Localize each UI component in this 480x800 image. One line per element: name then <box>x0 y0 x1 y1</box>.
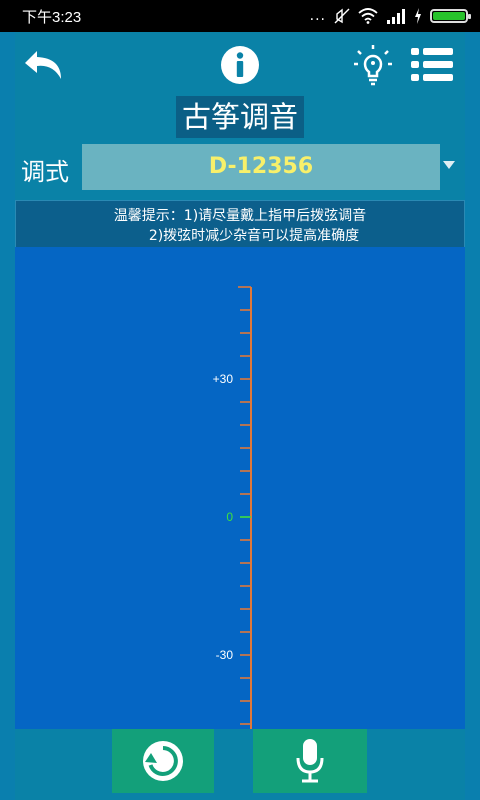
info-icon <box>221 46 259 84</box>
menu-button[interactable] <box>407 42 457 88</box>
microphone-icon <box>296 739 324 783</box>
tuner-app: 古筝调音 调式 D-12356 温馨提示：1)请尽量戴上指甲后拨弦调音 2)拨弦… <box>15 32 465 800</box>
microphone-button[interactable] <box>253 729 367 793</box>
list-menu-icon <box>411 48 453 81</box>
tip-line-1: 温馨提示：1)请尽量戴上指甲后拨弦调音 <box>113 208 367 224</box>
back-button[interactable] <box>21 42 71 88</box>
meter-scale: +30 0 -30 <box>213 286 252 729</box>
battery-icon <box>430 9 471 23</box>
tuning-label: 调式 <box>21 158 69 186</box>
lightbulb-icon <box>354 45 392 86</box>
tip-button[interactable] <box>348 42 398 88</box>
status-time: 下午3:23 <box>22 9 82 26</box>
undo-arrow-icon <box>25 51 61 79</box>
dropdown-arrow-icon[interactable] <box>443 161 455 169</box>
signal-icon <box>387 9 405 24</box>
title-area: 古筝调音 <box>15 96 465 138</box>
tips-box: 温馨提示：1)请尽量戴上指甲后拨弦调音 2)拨弦时减少杂音可以提高准确度 <box>15 200 465 248</box>
toolbar <box>15 32 465 98</box>
page-title: 古筝调音 <box>175 96 304 138</box>
refresh-button[interactable] <box>112 729 214 793</box>
tip-line-2: 2)拨弦时减少杂音可以提高准确度 <box>148 228 360 244</box>
wifi-icon <box>358 8 378 24</box>
tuning-meter: +30 0 -30 <box>15 247 465 729</box>
scale-label: +30 <box>213 372 234 386</box>
bottom-bar <box>15 729 465 800</box>
scale-label: 0 <box>226 510 233 524</box>
tuning-row: 调式 D-12356 <box>15 144 465 192</box>
mute-icon <box>334 8 350 24</box>
tuning-select[interactable]: D-12356 <box>82 144 440 190</box>
status-icons: ... <box>309 7 471 25</box>
charging-icon <box>415 8 421 24</box>
refresh-icon <box>143 741 183 781</box>
info-button[interactable] <box>215 42 265 88</box>
status-bar: 下午3:23 ... <box>0 0 480 32</box>
notification-dots: ... <box>309 8 326 24</box>
scale-label: -30 <box>216 648 234 662</box>
